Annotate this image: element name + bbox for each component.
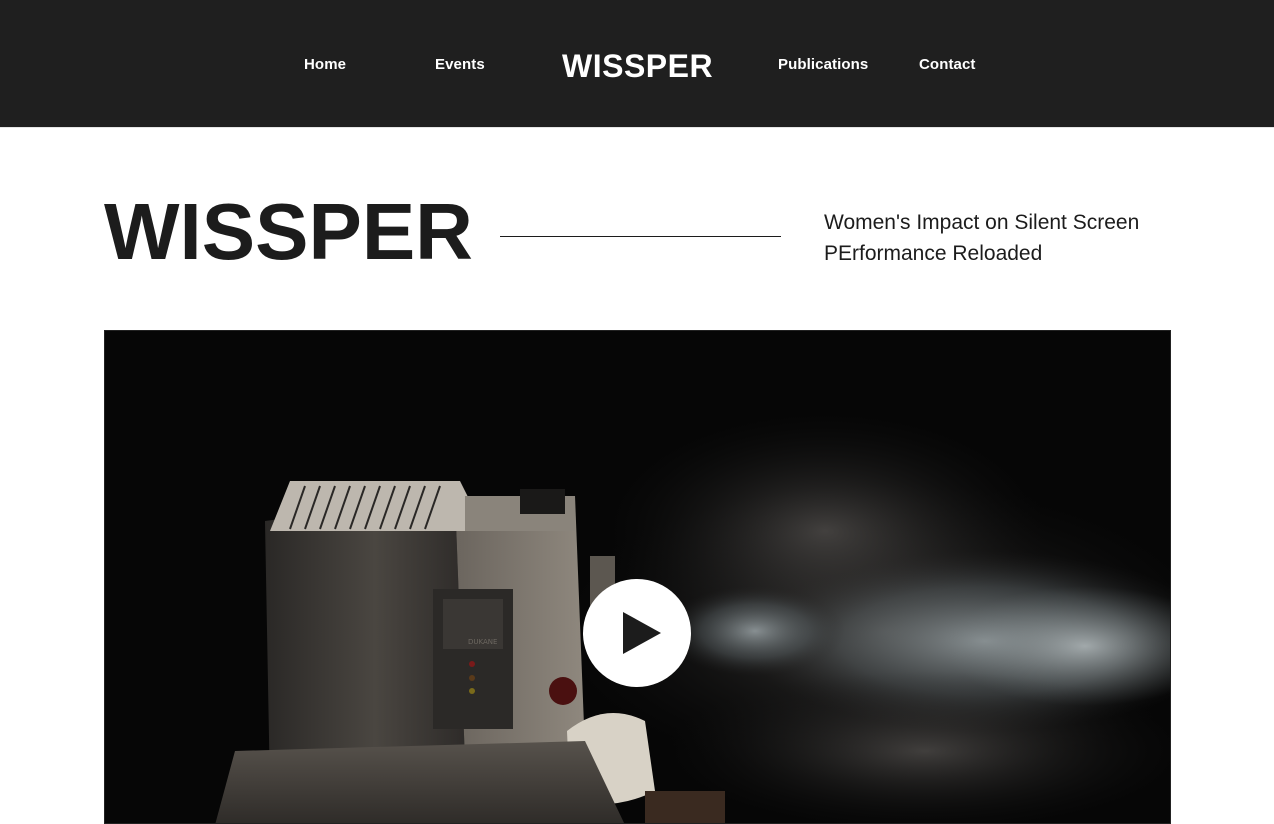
hero-divider [500,236,781,237]
nav-publications-link[interactable]: Publications [778,56,868,73]
nav-contact-link[interactable]: Contact [919,56,976,73]
play-icon [623,612,661,654]
video-thumbnail-image: DUKANE [105,331,1170,823]
play-button[interactable] [583,579,691,687]
nav-events-link[interactable]: Events [435,56,485,73]
hero-title: WISSPER [104,187,473,276]
nav-home-link[interactable]: Home [304,56,346,73]
hero-tagline: Women's Impact on Silent Screen PErforma… [824,211,1140,265]
projector-brand-label: DUKANE [468,638,497,646]
site-header: Home Events WISSPER Publications Contact [0,0,1274,128]
video-player[interactable]: DUKANE [104,330,1171,824]
site-logo[interactable]: WISSPER [562,48,713,85]
